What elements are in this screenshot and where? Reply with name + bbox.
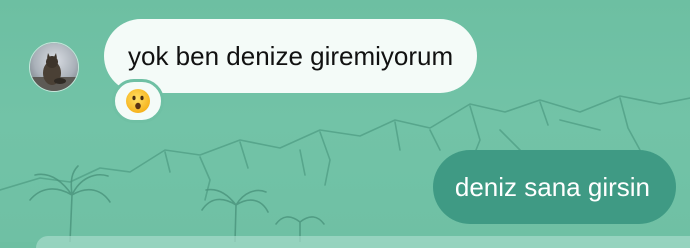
outgoing-message-text: deniz sana girsin bbox=[454, 171, 650, 202]
cat-photo-avatar-icon bbox=[30, 43, 78, 91]
composer-edge bbox=[36, 236, 690, 248]
outgoing-message-bubble[interactable]: deniz sana girsin bbox=[432, 150, 676, 224]
incoming-message-text: yok ben denize giremiyorum bbox=[128, 40, 454, 71]
avatar[interactable] bbox=[29, 42, 79, 92]
incoming-message-bubble[interactable]: yok ben denize giremiyorum bbox=[104, 19, 478, 93]
message-reaction[interactable] bbox=[112, 79, 164, 123]
surprised-face-emoji-icon bbox=[126, 89, 150, 113]
